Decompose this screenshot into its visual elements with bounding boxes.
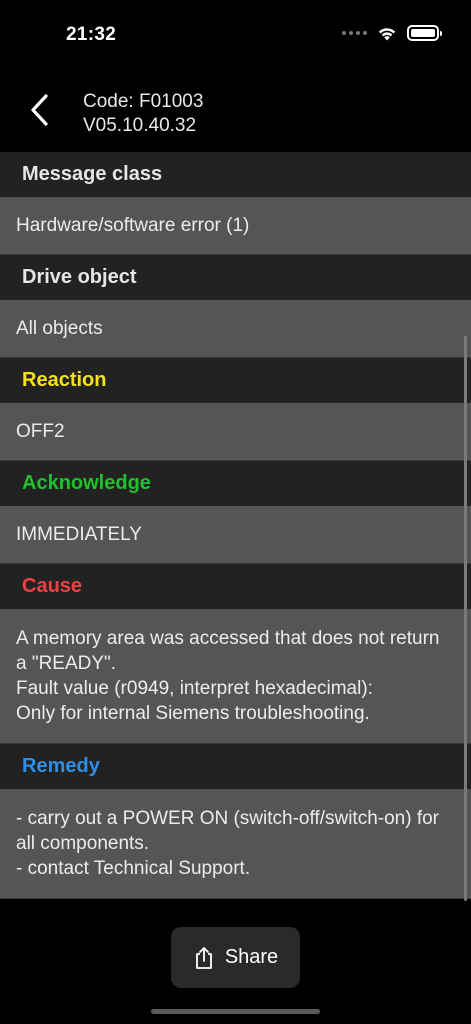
fault-code: Code: F01003 [83, 91, 204, 112]
section-value-drive-object: All objects [0, 300, 471, 358]
status-bar: 21:32 [0, 0, 471, 70]
fault-details[interactable]: Message class Hardware/software error (1… [0, 152, 471, 908]
header-title: Code: F01003 V05.10.40.32 [83, 90, 203, 138]
section-value-reaction: OFF2 [0, 403, 471, 461]
cellular-signal-icon [342, 31, 367, 35]
share-button-label: Share [224, 946, 279, 968]
nav-header: Code: F01003 V05.10.40.32 [0, 80, 471, 150]
section-title: Acknowledge [22, 472, 151, 494]
section-header-message-class: Message class [0, 152, 471, 197]
section-title: Message class [22, 163, 163, 185]
wifi-icon [378, 27, 396, 40]
status-time: 21:32 [66, 24, 117, 45]
section-value-remedy: - carry out a POWER ON (switch-off/switc… [0, 789, 471, 899]
section-header-remedy: Remedy [0, 744, 471, 789]
section-title: Cause [22, 575, 83, 597]
home-indicator[interactable] [151, 1009, 320, 1014]
section-title: Remedy [22, 755, 100, 777]
section-header-acknowledge: Acknowledge [0, 461, 471, 506]
section-header-reaction: Reaction [0, 358, 471, 403]
status-icons [342, 25, 442, 41]
share-icon [195, 946, 212, 969]
share-button[interactable]: Share [171, 927, 300, 988]
section-title: Reaction [22, 369, 107, 391]
section-header-cause: Cause [0, 564, 471, 609]
chevron-left-icon [31, 94, 48, 126]
section-title: Drive object [22, 266, 137, 288]
section-value-cause: A memory area was accessed that does not… [0, 609, 471, 744]
battery-icon [407, 25, 442, 41]
section-header-drive-object: Drive object [0, 255, 471, 300]
section-value-acknowledge: IMMEDIATELY [0, 506, 471, 564]
firmware-version: V05.10.40.32 [83, 115, 197, 136]
scrollbar[interactable] [464, 336, 467, 901]
section-value-message-class: Hardware/software error (1) [0, 197, 471, 255]
back-button[interactable] [20, 90, 60, 130]
